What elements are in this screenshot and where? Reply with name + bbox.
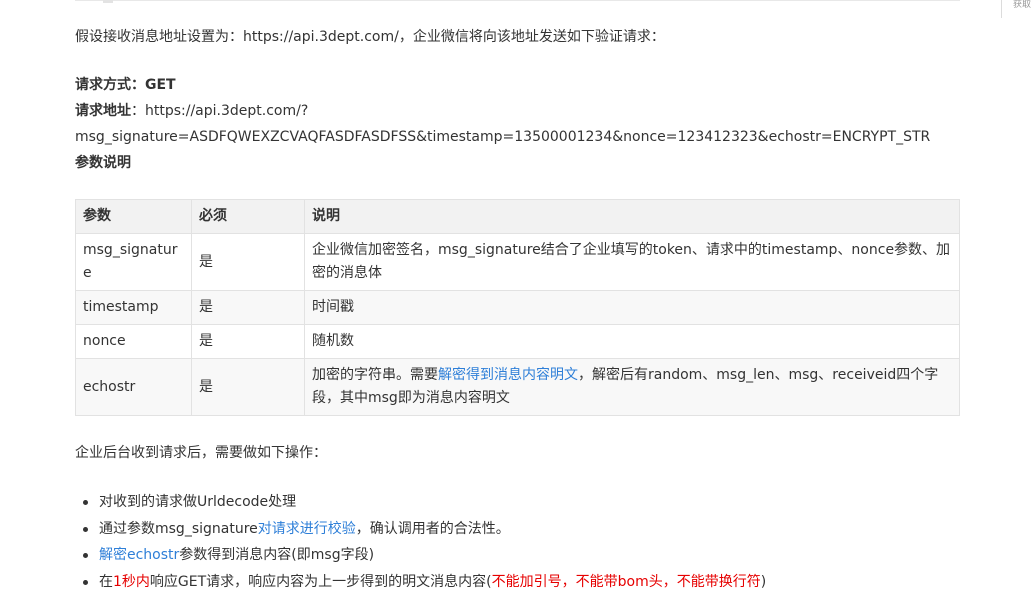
sidebar-edge <box>1001 0 1002 18</box>
bullet-icon <box>83 553 88 558</box>
request-url-sep: ： <box>131 103 145 119</box>
list-item: 通过参数msg_signature对请求进行校验，确认调用者的合法性。 <box>75 516 766 543</box>
params-title: 参数说明 <box>75 155 131 171</box>
table-row: echostr 是 加密的字符串。需要解密得到消息内容明文，解密后有random… <box>75 358 960 416</box>
request-method-line: 请求方式：GET <box>75 72 930 98</box>
step-text-post: 参数得到消息内容(即msg字段) <box>179 547 375 563</box>
format-warning: 不能加引号，不能带bom头，不能带换行符 <box>491 573 761 590</box>
steps-list: 对收到的请求做Urldecode处理 通过参数msg_signature对请求进… <box>75 489 766 595</box>
bullet-icon <box>83 579 88 585</box>
bullet-icon <box>83 526 88 532</box>
cell-desc: 加密的字符串。需要解密得到消息内容明文，解密后有random、msg_len、m… <box>304 358 960 416</box>
step-text-pre: 在 <box>99 573 113 590</box>
cell-desc: 时间戳 <box>304 290 960 325</box>
step-text-post: ，确认调用者的合法性。 <box>355 520 510 537</box>
top-mark <box>103 0 113 3</box>
step-text-mid: 响应GET请求，响应内容为上一步得到的明文消息内容( <box>149 573 492 590</box>
decrypt-message-link[interactable]: 解密得到消息内容明文 <box>438 367 578 383</box>
time-limit-warning: 1秒内 <box>113 573 150 590</box>
cell-required: 是 <box>191 324 305 359</box>
list-item: 对收到的请求做Urldecode处理 <box>75 489 766 516</box>
cell-required: 是 <box>191 233 305 291</box>
sidebar-label[interactable]: 获取 <box>1013 0 1031 10</box>
cell-desc: 企业微信加密签名，msg_signature结合了企业填写的token、请求中的… <box>304 233 960 291</box>
table-row: msg_signature 是 企业微信加密签名，msg_signature结合… <box>75 233 960 291</box>
after-paragraph: 企业后台收到请求后，需要做如下操作： <box>75 445 327 461</box>
top-divider <box>75 0 960 1</box>
cell-required: 是 <box>191 290 305 325</box>
request-block: 请求方式：GET 请求地址：https://api.3dept.com/? ms… <box>75 72 930 176</box>
decrypt-echostr-link[interactable]: 解密echostr <box>99 547 179 563</box>
request-url-query: msg_signature=ASDFQWEXZCVAQFASDFASDFSS&t… <box>75 129 931 145</box>
cell-param: msg_signature <box>75 233 192 291</box>
list-item: 在1秒内响应GET请求，响应内容为上一步得到的明文消息内容(不能加引号，不能带b… <box>75 569 766 596</box>
request-url-line: 请求地址：https://api.3dept.com/? <box>75 98 930 124</box>
request-method-value: GET <box>145 77 176 93</box>
step-text: 对收到的请求做Urldecode处理 <box>99 494 297 510</box>
request-url-label: 请求地址 <box>75 103 131 119</box>
request-method-label: 请求方式： <box>75 77 145 93</box>
bullet-icon <box>83 500 88 505</box>
request-url-part1: https://api.3dept.com/? <box>145 103 309 119</box>
step-text-post: ) <box>760 573 767 590</box>
desc-text-pre: 加密的字符串。需要 <box>312 367 438 383</box>
intro-paragraph: 假设接收消息地址设置为：https://api.3dept.com/，企业微信将… <box>75 29 665 45</box>
cell-param: nonce <box>75 324 192 359</box>
cell-desc: 随机数 <box>304 324 960 359</box>
verify-request-link[interactable]: 对请求进行校验 <box>258 521 356 537</box>
step-text-pre: 通过参数msg_signature <box>99 520 258 537</box>
table-row: timestamp 是 时间戳 <box>75 290 960 325</box>
cell-required: 是 <box>191 358 305 416</box>
cell-param: echostr <box>75 358 192 416</box>
params-table: 参数 必须 说明 msg_signature 是 企业微信加密签名，msg_si… <box>75 199 960 416</box>
cell-param: timestamp <box>75 290 192 325</box>
list-item: 解密echostr参数得到消息内容(即msg字段) <box>75 542 766 569</box>
col-header-required: 必须 <box>191 199 305 234</box>
col-header-param: 参数 <box>75 199 192 234</box>
table-row: nonce 是 随机数 <box>75 324 960 359</box>
col-header-desc: 说明 <box>304 199 960 234</box>
table-header-row: 参数 必须 说明 <box>75 199 960 234</box>
